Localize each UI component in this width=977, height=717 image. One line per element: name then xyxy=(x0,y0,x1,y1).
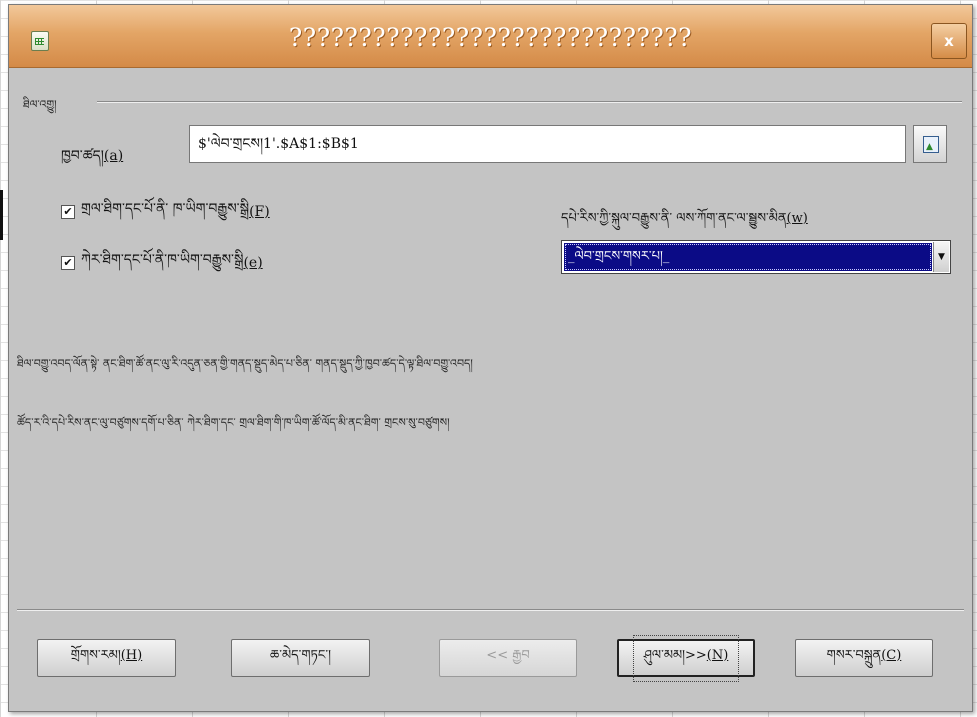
next-button-accesskey: (N) xyxy=(706,647,729,663)
back-button-label: << རྒྱབ xyxy=(486,647,530,663)
create-button-accesskey: (C) xyxy=(881,647,902,663)
first-row-label-accesskey: (F) xyxy=(249,204,270,220)
chevron-down-icon[interactable]: ▼ xyxy=(933,242,949,272)
range-label-text: ཁྱབ་ཚད། xyxy=(61,148,104,164)
dialog-title: ????????????????????????????? xyxy=(288,23,693,52)
data-range-input[interactable]: $'ལེབ་གྲངས།1'.$A$1:$B$1 xyxy=(189,125,906,163)
range-label-accesskey: (a) xyxy=(103,148,124,164)
next-button[interactable]: ཤུལ་མམ།>>(N) xyxy=(617,634,755,682)
first-column-label-checkbox[interactable]: ✔ xyxy=(61,256,75,270)
next-button-label: ཤུལ་མམ།>>(N) xyxy=(632,634,740,682)
first-column-label-accesskey: (e) xyxy=(243,255,263,271)
shrink-dialog-button[interactable] xyxy=(913,125,947,163)
section-divider xyxy=(97,101,962,103)
output-sheet-label-accesskey: (w) xyxy=(786,211,808,226)
output-sheet-label: དཔེ་རིས་ཀྱི་སྐུལ་བརྒྱུས་ནི་ ལས་ཀོག་ནང་ལ་… xyxy=(561,203,808,240)
help-button[interactable]: གྲོགས་རམ།(H) xyxy=(37,639,176,677)
create-button-text: གསར་བསྐྲུན xyxy=(826,647,882,663)
first-row-label-checkbox[interactable]: ✔ xyxy=(61,205,75,219)
create-button[interactable]: གསར་བསྐྲུན(C) xyxy=(795,639,933,677)
help-button-text: གྲོགས་རམ། xyxy=(70,647,121,663)
background-cell-border xyxy=(0,190,3,240)
back-button[interactable]: << རྒྱབ xyxy=(439,639,577,677)
output-sheet-label-text: དཔེ་རིས་ཀྱི་སྐུལ་བརྒྱུས་ནི་ ལས་ཀོག་ནང་ལ་… xyxy=(561,211,787,226)
range-section-heading: ཐིལ་འགྱུ། xyxy=(23,98,57,111)
create-button-label: གསར་བསྐྲུན(C) xyxy=(816,635,913,682)
help-button-label: གྲོགས་རམ།(H) xyxy=(60,635,153,682)
output-sheet-selected-value: _ལེབ་གྲངས་གསར་པ།_ xyxy=(564,243,932,271)
info-text-line-1: ཐིལ་བགྱུ་འབད་ལོན་སྟེ་ ནང་ཐིག་ཚོ་ནང་ལུ་རི… xyxy=(17,357,473,370)
first-column-label-text: ཀེར་ཐིག་དང་པོ་ནི་ཁ་ཡིག་བརྒྱུས་སྒྲི xyxy=(81,252,244,268)
info-text-line-2: ཚོད་ར་འི་དཔེ་རིས་ནང་ལུ་བཙུགས་དགོ་པ་ཅིན་ … xyxy=(17,416,450,429)
range-label: ཁྱབ་ཚད།(a) xyxy=(61,139,123,179)
first-column-label-option[interactable]: ✔ ཀེར་ཐིག་དང་པོ་ནི་ཁ་ཡིག་བརྒྱུས་སྒྲི (e) xyxy=(61,252,263,273)
title-bar[interactable]: ????????????????????????????? x xyxy=(9,5,972,68)
next-button-text: ཤུལ་མམ།>> xyxy=(643,647,707,663)
cancel-button-label: ཆ་མེད་གཏང་། xyxy=(269,647,332,663)
button-area-divider xyxy=(17,609,964,611)
help-button-accesskey: (H) xyxy=(120,647,143,663)
close-button[interactable]: x xyxy=(931,23,967,59)
chart-data-range-dialog: ????????????????????????????? x ཐིལ་འགྱུ… xyxy=(8,4,973,712)
first-row-label-option[interactable]: ✔ གྲལ་ཐིག་དང་པོ་ནི་ ཁ་ཡིག་བརྒྱུས་སྒྲི (F) xyxy=(61,201,270,222)
output-sheet-dropdown[interactable]: _ལེབ་གྲངས་གསར་པ།_ ▼ xyxy=(561,240,951,274)
cancel-button[interactable]: ཆ་མེད་གཏང་། xyxy=(231,639,370,677)
first-row-label-text: གྲལ་ཐིག་དང་པོ་ནི་ ཁ་ཡིག་བརྒྱུས་སྒྲི xyxy=(81,201,250,217)
